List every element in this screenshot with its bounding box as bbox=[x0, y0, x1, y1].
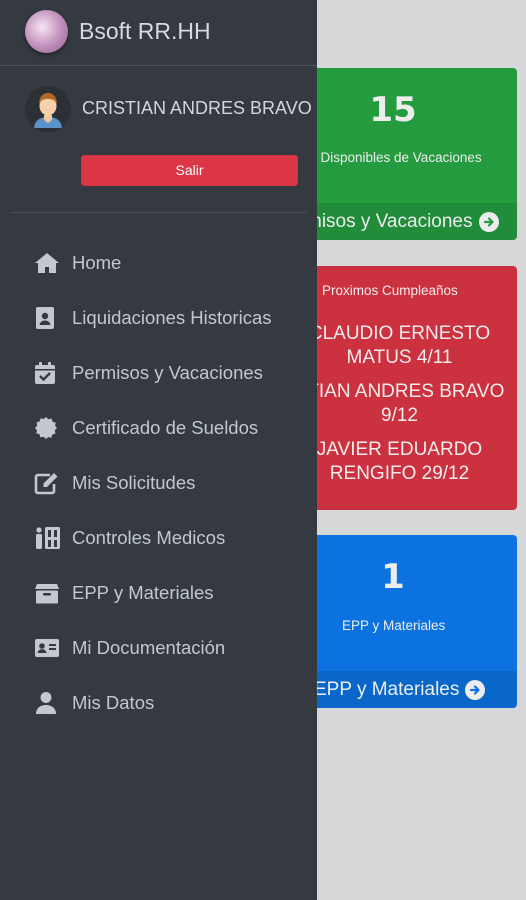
sidebar-item-controles[interactable]: Controles Medicos bbox=[0, 510, 317, 565]
drawer-backdrop[interactable] bbox=[317, 0, 526, 900]
sidebar-item-label: Permisos y Vacaciones bbox=[72, 361, 263, 383]
certificate-icon bbox=[34, 416, 62, 440]
sidebar-item-label: Mis Datos bbox=[72, 691, 155, 713]
medical-icon bbox=[34, 526, 62, 550]
sidebar-item-label: Mi Documentación bbox=[72, 636, 226, 658]
user-icon bbox=[34, 691, 62, 715]
sidebar-item-epp[interactable]: EPP y Materiales bbox=[0, 565, 317, 620]
box-icon bbox=[34, 581, 62, 605]
id-card-icon bbox=[34, 636, 62, 660]
edit-icon bbox=[34, 471, 62, 495]
sidebar-item-label: Mis Solicitudes bbox=[72, 471, 196, 493]
sidebar-item-label: Home bbox=[72, 251, 122, 273]
sidebar-item-label: Certificado de Sueldos bbox=[72, 416, 259, 438]
sidebar-item-solicitudes[interactable]: Mis Solicitudes bbox=[0, 455, 317, 510]
sidebar-item-liquidaciones[interactable]: Liquidaciones Historicas bbox=[0, 290, 317, 345]
sidebar-item-certificado[interactable]: Certificado de Sueldos bbox=[0, 400, 317, 455]
divider bbox=[12, 212, 307, 213]
app-title: Bsoft RR.HH bbox=[79, 18, 211, 44]
user-name: CRISTIAN ANDRES BRAVO bbox=[82, 98, 312, 118]
sidebar-item-label: Liquidaciones Historicas bbox=[72, 306, 272, 328]
sidebar-nav: Home Liquidaciones Historicas Permisos y… bbox=[0, 235, 317, 730]
calendar-check-icon bbox=[34, 361, 62, 385]
avatar bbox=[25, 86, 71, 132]
sidebar-item-documentacion[interactable]: Mi Documentación bbox=[0, 620, 317, 675]
id-badge-icon bbox=[34, 306, 62, 330]
brand-header[interactable]: Bsoft RR.HH bbox=[0, 0, 317, 66]
sidebar-item-label: Controles Medicos bbox=[72, 526, 226, 548]
sidebar-item-permisos[interactable]: Permisos y Vacaciones bbox=[0, 345, 317, 400]
sidebar-item-home[interactable]: Home bbox=[0, 235, 317, 290]
home-icon bbox=[34, 251, 62, 275]
logout-button[interactable]: Salir bbox=[81, 155, 298, 186]
sidebar-item-datos[interactable]: Mis Datos bbox=[0, 675, 317, 730]
sidebar-item-label: EPP y Materiales bbox=[72, 581, 214, 603]
brand-logo bbox=[25, 10, 68, 53]
sidebar-drawer: Bsoft RR.HH CRISTIAN ANDRES BRAVO Salir … bbox=[0, 0, 317, 900]
